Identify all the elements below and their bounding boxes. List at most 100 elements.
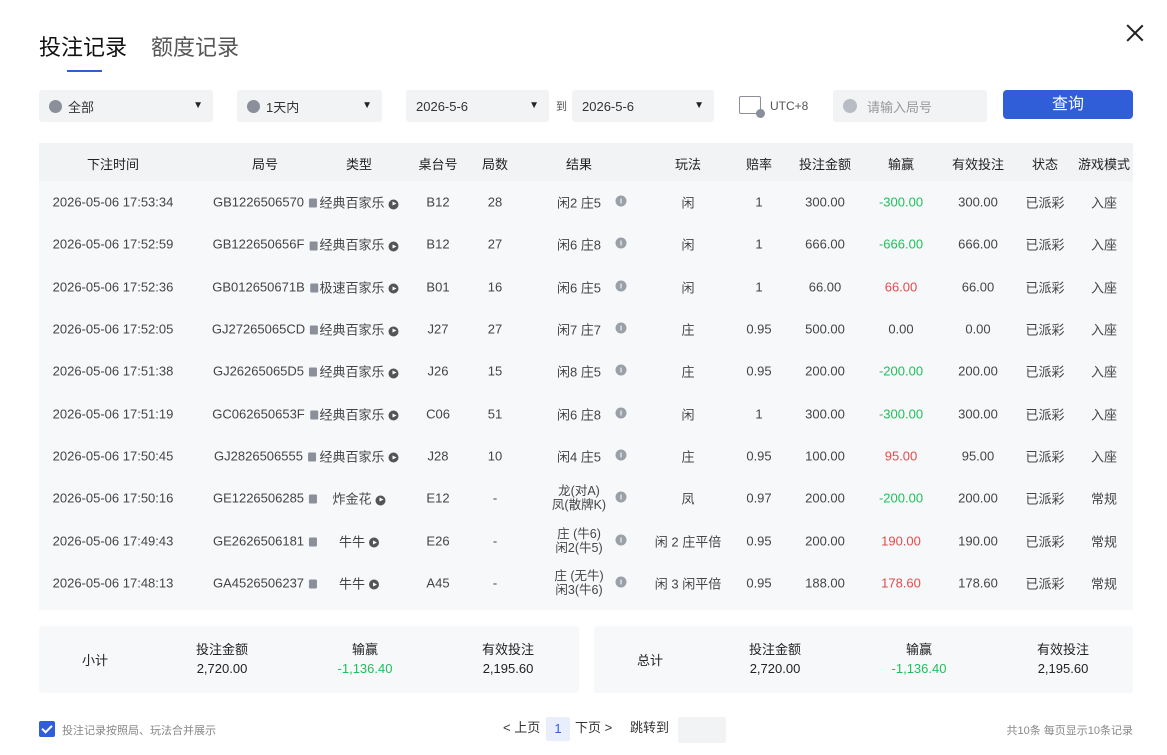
round-id: GC062650653F — [212, 406, 305, 422]
cell-valid: 0.00 — [965, 322, 990, 337]
cell-round: GB122650656F — [213, 237, 318, 252]
game-type: 极速百家乐 — [319, 280, 385, 296]
column-header: 玩法 — [674, 157, 702, 172]
cell-round: GB012650671B — [212, 279, 318, 294]
copy-icon[interactable] — [309, 283, 318, 293]
info-icon[interactable] — [615, 237, 627, 249]
cell-table: E26 — [426, 533, 449, 548]
subtotal-bet-value: 2,720.00 — [196, 661, 248, 676]
table-row[interactable]: 2026-05-06 17:49:43 GE2626506181 牛牛 E26 - 庄 (… — [39, 519, 1133, 561]
table-row[interactable]: 2026-05-06 17:50:45 GJ2826506555 经典百家乐 J28 1… — [39, 435, 1133, 477]
tab-bar: 投注记录 额度记录 — [39, 30, 263, 72]
play-video-icon[interactable] — [388, 241, 399, 252]
cell-type: 经典百家乐 — [319, 193, 399, 212]
cell-time: 2026-05-06 17:53:34 — [53, 195, 174, 210]
copy-icon[interactable] — [309, 198, 318, 208]
game-mode: 入座 — [1090, 322, 1118, 338]
close-icon[interactable] — [1124, 22, 1146, 44]
next-page-button[interactable]: 下页 > — [575, 717, 612, 736]
play-video-icon[interactable] — [388, 199, 399, 210]
round-search-input[interactable] — [865, 90, 991, 124]
info-icon[interactable] — [615, 195, 627, 207]
cell-time: 2026-05-06 17:52:05 — [53, 322, 174, 337]
play-video-icon[interactable] — [388, 452, 399, 463]
cell-win: -300.00 — [879, 406, 923, 421]
game-select[interactable]: 全部 ▼ — [39, 90, 213, 122]
table-header: 下注时间 局号 类型 桌台号 局数 结果 玩法 赔率 投注金额 输赢 有效投注 状态 游戏模式 — [39, 143, 1133, 181]
cell-odds: 0.95 — [746, 364, 771, 379]
table-id: J27 — [427, 321, 449, 337]
cell-round: GJ27265065CD — [212, 322, 319, 337]
copy-icon[interactable] — [309, 241, 318, 250]
table-row[interactable]: 2026-05-06 17:52:59 GB122650656F 经典百家乐 B12 2… — [39, 223, 1133, 265]
query-button[interactable]: 查询 — [1003, 90, 1133, 119]
subtotal-bet-label: 投注金额 — [195, 642, 249, 657]
copy-icon[interactable] — [309, 579, 318, 589]
tab-credit-records[interactable]: 额度记录 — [151, 30, 239, 66]
cell-info — [615, 533, 627, 548]
play-video-icon[interactable] — [375, 495, 386, 506]
info-icon[interactable] — [615, 576, 627, 588]
prev-page-button[interactable]: < 上页 — [503, 717, 540, 736]
jump-page-input[interactable] — [678, 717, 726, 743]
status: 已派彩 — [1025, 491, 1065, 507]
play-video-icon[interactable] — [388, 283, 399, 294]
info-icon[interactable] — [615, 534, 627, 546]
play-video-icon[interactable] — [388, 368, 399, 379]
table-row[interactable]: 2026-05-06 17:53:34 GB1226506570 经典百家乐 B12 2… — [39, 181, 1133, 223]
copy-icon[interactable] — [307, 452, 316, 462]
column-header: 局号 — [251, 157, 279, 172]
play-video-icon[interactable] — [369, 579, 380, 590]
table-row[interactable]: 2026-05-06 17:51:19 GC062650653F 经典百家乐 C06 5… — [39, 392, 1133, 434]
copy-icon[interactable] — [309, 494, 318, 504]
copy-icon[interactable] — [309, 410, 318, 420]
play-video-icon[interactable] — [388, 326, 399, 337]
cell-win: -300.00 — [879, 195, 923, 210]
game-type: 经典百家乐 — [319, 195, 385, 211]
cell-win: -200.00 — [879, 491, 923, 506]
info-icon[interactable] — [615, 322, 627, 334]
cell-valid: 300.00 — [958, 195, 998, 210]
tab-bet-records[interactable]: 投注记录 — [39, 30, 127, 72]
win-loss: 66.00 — [884, 279, 918, 295]
time-range-select[interactable]: 1天内 ▼ — [237, 90, 382, 122]
info-icon[interactable] — [615, 449, 627, 461]
subtotal-valid: 有效投注 2,195.60 — [482, 640, 534, 678]
cell-status: 已派彩 — [1025, 362, 1064, 381]
table-row[interactable]: 2026-05-06 17:48:13 GA4526506237 牛牛 A45 - 庄 (… — [39, 562, 1133, 604]
copy-icon[interactable] — [309, 367, 318, 377]
merge-records-checkbox[interactable] — [39, 721, 55, 737]
status: 已派彩 — [1025, 237, 1065, 253]
cell-count: 28 — [488, 195, 502, 210]
table-row[interactable]: 2026-05-06 17:50:16 GE1226506285 炸金花 E12 - 龙(… — [39, 477, 1133, 519]
table-row[interactable]: 2026-05-06 17:52:36 GB012650671B 极速百家乐 B01 1… — [39, 266, 1133, 308]
info-icon[interactable] — [615, 280, 627, 292]
copy-icon[interactable] — [310, 325, 319, 335]
table-row[interactable]: 2026-05-06 17:51:38 GJ26265065D5 经典百家乐 J26 1… — [39, 350, 1133, 392]
cell-result: 闲6 庄5 — [557, 277, 601, 296]
info-icon[interactable] — [615, 407, 627, 419]
round-id: GB1226506570 — [212, 194, 305, 210]
info-icon[interactable] — [615, 364, 627, 376]
current-page-button[interactable]: 1 — [546, 717, 570, 741]
game-mode: 入座 — [1090, 237, 1118, 253]
round-count: 10 — [487, 448, 503, 464]
round-search-field[interactable] — [833, 90, 991, 124]
subtotal-box: 小计 投注金额 2,720.00 输赢 -1,136.40 有效投注 2,195… — [39, 626, 579, 693]
cell-win: 178.60 — [881, 575, 921, 590]
subtotal-win: 输赢 -1,136.40 — [338, 640, 393, 678]
date-to-select[interactable]: 2026-5-6 ▼ — [572, 90, 714, 122]
table-row[interactable]: 2026-05-06 17:52:05 GJ27265065CD 经典百家乐 J27 2… — [39, 308, 1133, 350]
date-from-select[interactable]: 2026-5-6 ▼ — [406, 90, 549, 122]
time-range-value: 1天内 — [266, 99, 300, 115]
info-icon[interactable] — [615, 491, 627, 503]
play-video-icon[interactable] — [369, 537, 380, 548]
copy-icon[interactable] — [309, 537, 318, 547]
play-type: 凤 — [681, 491, 695, 507]
cell-valid: 200.00 — [958, 364, 998, 379]
play-video-icon[interactable] — [388, 410, 399, 421]
cell-play: 庄 — [681, 320, 694, 339]
play-type: 闲 — [681, 407, 695, 423]
subtotal-bet: 投注金额 2,720.00 — [196, 640, 248, 678]
calendar-timezone-icon[interactable] — [739, 96, 765, 118]
